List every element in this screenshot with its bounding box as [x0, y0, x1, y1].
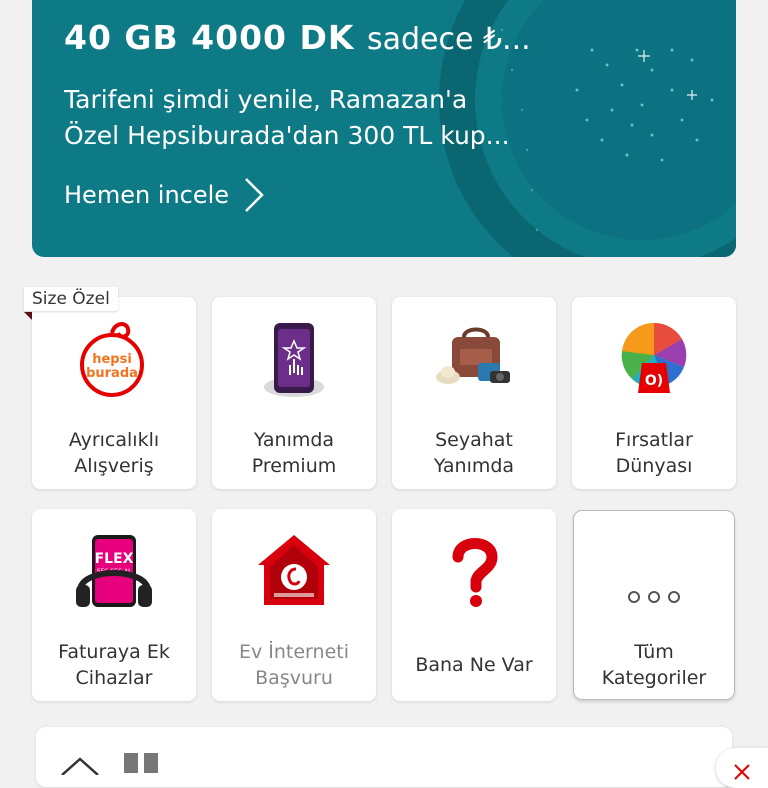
tile-label-line1: Seyahat	[435, 429, 513, 451]
tile-label: Bana Ne Var	[392, 652, 556, 678]
question-mark-icon	[452, 538, 498, 607]
tile-label: Fırsatlar Dünyası	[572, 427, 736, 479]
tile-label-line1: Bana Ne Var	[415, 654, 533, 676]
hepsiburada-icon: hepsi burada	[80, 322, 144, 397]
hepsiburada-logo-text-1: hepsi	[92, 352, 132, 367]
close-fab[interactable]	[716, 748, 768, 788]
tile-ayricalikli-alisveris[interactable]: hepsi burada Ayrıcalıklı Alışveriş	[32, 297, 196, 489]
bottom-card-title-cutoff	[124, 753, 344, 773]
hepsiburada-logo-text-2: burada	[86, 366, 138, 381]
tile-tum-kategoriler[interactable]: Tüm Kategoriler	[574, 511, 734, 699]
travel-icon	[436, 327, 510, 384]
chevron-right-icon	[245, 178, 264, 212]
tile-firsatlar-dunyasi[interactable]: O) Fırsatlar Dünyası	[572, 297, 736, 489]
home-internet-icon	[258, 535, 330, 605]
tile-label: Faturaya Ek Cihazlar	[32, 639, 196, 691]
tile-label: Yanımda Premium	[212, 427, 376, 479]
banner-subtitle-line1: Tarifeni şimdi yenile, Ramazan'a	[64, 85, 468, 114]
promo-banner[interactable]: 40 GB 4000 DK sadece ₺... Tarifeni şimdi…	[32, 0, 736, 257]
banner-headline-main: 40 GB 4000 DK	[64, 18, 355, 57]
more-dots-icon	[628, 591, 680, 603]
home-outline-icon	[61, 757, 99, 775]
tile-label-line1: Fırsatlar	[615, 429, 693, 451]
tile-label-line2: Yanımda	[433, 455, 515, 477]
tile-label-line2: Dünyası	[615, 455, 693, 477]
flex-phone-icon: FLEX SEÇ SEÇ AL	[76, 535, 152, 607]
banner-headline-suffix: sadece ₺...	[366, 22, 531, 57]
svg-text:O): O)	[645, 373, 663, 389]
tile-label: Seyahat Yanımda	[392, 427, 556, 479]
tile-label-line1: Ayrıcalıklı	[68, 429, 160, 451]
tile-label-line2: Başvuru	[255, 667, 333, 689]
close-icon	[734, 764, 750, 780]
tile-ev-interneti-basvuru[interactable]: Ev İnterneti Başvuru	[212, 509, 376, 701]
tile-label-line1: Yanımda	[253, 429, 335, 451]
tile-label-line1: Ev İnterneti	[238, 641, 349, 663]
tag-notch	[24, 312, 32, 320]
premium-phone-icon	[264, 323, 324, 397]
banner-cta-link[interactable]: Hemen incele	[64, 176, 265, 214]
tile-label-line2: Kategoriler	[601, 667, 707, 689]
tile-label: Ev İnterneti Başvuru	[212, 639, 376, 691]
tile-label-line1: Faturaya Ek	[58, 641, 170, 663]
flex-logo-text-1: FLEX	[95, 551, 134, 567]
banner-subtitle: Tarifeni şimdi yenile, Ramazan'a Özel He…	[64, 82, 534, 154]
tile-seyahat-yanimda[interactable]: Seyahat Yanımda	[392, 297, 556, 489]
banner-subtitle-line2: Özel Hepsiburada'dan 300 TL kup...	[64, 121, 510, 150]
tile-label: Tüm Kategoriler	[574, 639, 734, 691]
tile-bana-ne-var[interactable]: Bana Ne Var	[392, 509, 556, 701]
size-ozel-tag: Size Özel	[24, 287, 118, 311]
tile-label-line2: Premium	[251, 455, 337, 477]
tile-faturaya-ek-cihazlar[interactable]: FLEX SEÇ SEÇ AL Faturaya Ek Cihazlar	[32, 509, 196, 701]
banner-headline: 40 GB 4000 DK sadece ₺...	[64, 18, 531, 57]
banner-cta-label: Hemen incele	[64, 181, 230, 209]
tile-label-line2: Cihazlar	[75, 667, 153, 689]
tile-yanimda-premium[interactable]: Yanımda Premium	[212, 297, 376, 489]
tile-label: Ayrıcalıklı Alışveriş	[32, 427, 196, 479]
color-wheel-icon: O)	[621, 322, 687, 393]
tile-label-line1: Tüm	[634, 641, 674, 663]
bottom-card[interactable]	[36, 727, 732, 787]
tile-label-line2: Alışveriş	[74, 455, 154, 477]
